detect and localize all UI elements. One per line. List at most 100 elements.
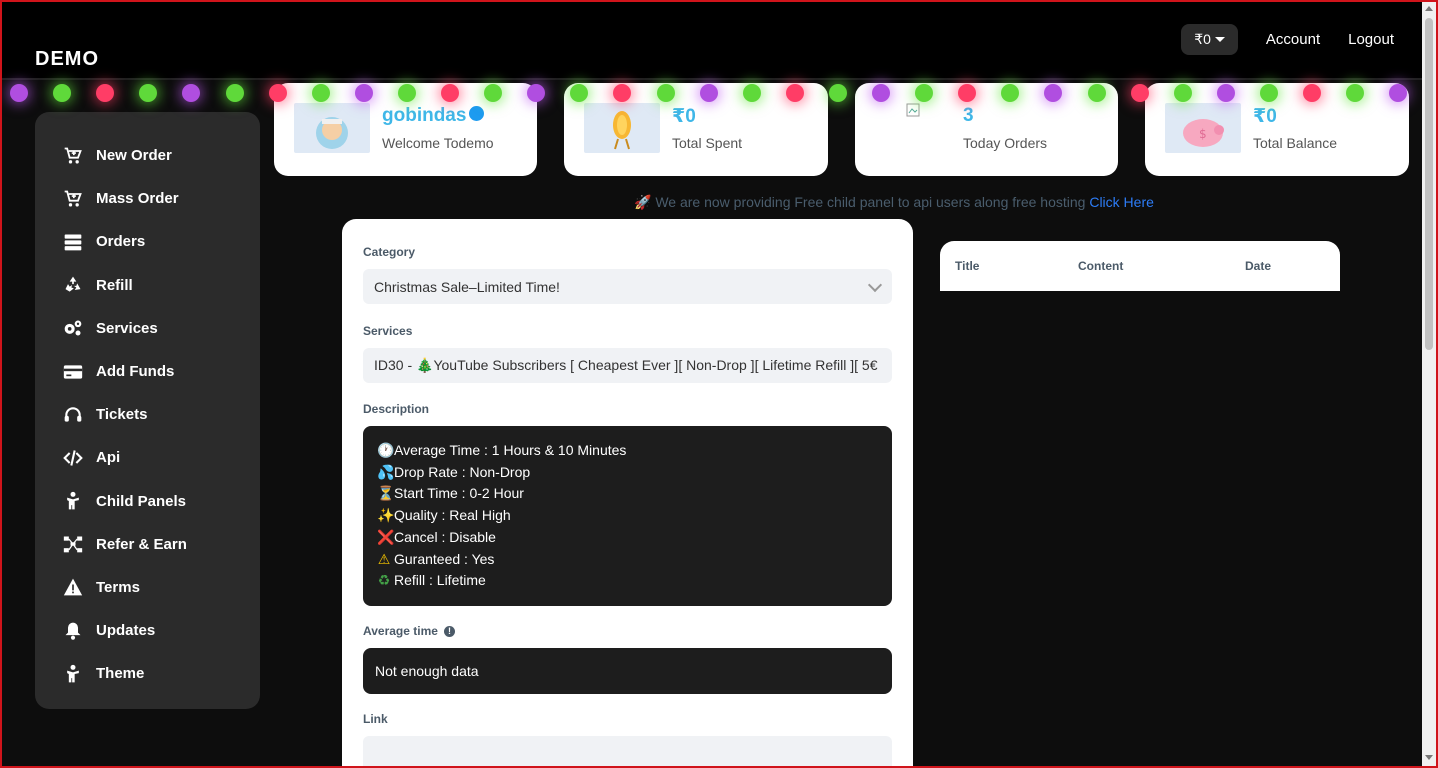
sidebar-item-terms[interactable]: Terms: [35, 566, 260, 609]
rocket-icon: 🚀: [634, 194, 652, 210]
sidebar-item-label: Terms: [96, 578, 140, 596]
category-select[interactable]: Christmas Sale–Limited Time!: [363, 269, 892, 304]
sidebar-item-mass-order[interactable]: Mass Order: [35, 177, 260, 220]
light-bulb: [53, 84, 72, 102]
cart-icon: [64, 190, 82, 207]
stat-label: Total Balance: [1253, 135, 1338, 151]
sidebar-item-add-funds[interactable]: Add Funds: [35, 350, 260, 393]
desc-line: ✨Quality : Real High: [377, 505, 878, 527]
caret-down-icon: [1214, 37, 1225, 42]
col-date: Date: [1245, 259, 1272, 273]
light-bulb: [1173, 84, 1192, 102]
sidebar-item-services[interactable]: Services: [35, 307, 260, 350]
col-content: Content: [1078, 259, 1124, 273]
light-bulb: [527, 84, 546, 102]
light-bulb: [742, 84, 761, 102]
light-bulb: [570, 84, 589, 102]
gears-icon: [64, 320, 82, 336]
sidebar-item-label: Theme: [96, 665, 145, 683]
vertical-scrollbar[interactable]: [1422, 2, 1436, 766]
sidebar-item-tickets[interactable]: Tickets: [35, 393, 260, 436]
stat-label: Today Orders: [963, 135, 1048, 151]
light-bulb: [1087, 84, 1106, 102]
desc-line: 💦Drop Rate : Non-Drop: [377, 462, 878, 484]
light-bulb: [182, 84, 201, 102]
code-icon: [63, 450, 83, 466]
info-icon[interactable]: !: [443, 626, 455, 638]
warning-icon: [63, 579, 83, 596]
sidebar-item-refill[interactable]: Refill: [35, 264, 260, 307]
promo-link[interactable]: Click Here: [1089, 194, 1154, 210]
desc-line: ❌Cancel : Disable: [377, 527, 878, 549]
credit-card-icon: [63, 364, 83, 379]
link-input[interactable]: [363, 735, 892, 768]
light-bulb: [441, 84, 459, 102]
scroll-up-icon[interactable]: [1425, 6, 1433, 11]
sidebar-item-label: Updates: [96, 622, 156, 640]
sidebar: New Order Mass Order Orders Refill Servi…: [35, 112, 260, 709]
light-bulb: [10, 84, 28, 102]
light-bulb: [958, 84, 977, 102]
sidebar-item-theme[interactable]: Theme: [35, 652, 260, 695]
sidebar-item-new-order[interactable]: New Order: [35, 134, 260, 177]
brand-logo[interactable]: DEMO: [35, 48, 99, 71]
sidebar-item-updates[interactable]: Updates: [35, 609, 260, 652]
chevron-down-icon: [867, 277, 883, 293]
svg-text:$: $: [1199, 127, 1207, 141]
light-bulb: [1259, 84, 1278, 102]
light-bulb: [613, 84, 632, 102]
clock-icon: 🕐: [377, 442, 395, 458]
scroll-thumb[interactable]: [1425, 18, 1433, 350]
sidebar-item-label: Tickets: [96, 406, 148, 424]
warning-icon: ⚠: [377, 550, 391, 567]
sidebar-item-refer-earn[interactable]: Refer & Earn: [35, 523, 260, 566]
desc-line: ⚠ Guranteed : Yes: [377, 549, 878, 571]
light-bulb: [1130, 84, 1149, 102]
sidebar-item-label: Refer & Earn: [96, 535, 187, 553]
light-bulb: [268, 84, 287, 102]
sidebar-item-orders[interactable]: Orders: [35, 220, 260, 263]
light-bulb: [1044, 84, 1063, 102]
average-time-value: Not enough data: [363, 647, 892, 694]
sidebar-item-child-panels[interactable]: Child Panels: [35, 480, 260, 523]
sidebar-item-api[interactable]: Api: [35, 436, 260, 479]
cart-icon: [64, 147, 82, 164]
currency-balance-dropdown[interactable]: ₹0: [1181, 24, 1238, 55]
light-bulb: [656, 84, 675, 102]
sidebar-item-label: New Order: [96, 147, 172, 165]
description-box: 🕐Average Time : 1 Hours & 10 Minutes 💦Dr…: [363, 426, 892, 606]
child-icon: [67, 664, 79, 683]
updates-table: Title Content Date: [940, 241, 1340, 291]
nav-right: ₹0 Account Logout: [1181, 24, 1394, 55]
light-bulb: [872, 84, 890, 102]
average-time-label: Average time!: [363, 624, 892, 638]
recycle-icon: ♻: [377, 572, 391, 589]
light-bulb: [96, 84, 115, 102]
stat-label: Welcome Todemo: [382, 135, 494, 151]
sidebar-item-label: Orders: [96, 233, 146, 251]
christmas-lights-decoration: [0, 74, 1422, 114]
desc-line: 🕐Average Time : 1 Hours & 10 Minutes: [377, 440, 878, 462]
desc-line: ♻ Refill : Lifetime: [377, 570, 878, 592]
light-bulb: [1001, 84, 1020, 102]
light-bulb: [785, 84, 804, 102]
light-bulb: [139, 84, 158, 102]
sidebar-item-label: Api: [96, 449, 121, 467]
stat-label: Total Spent: [672, 135, 743, 151]
services-select[interactable]: ID30 - 🎄YouTube Subscribers [ Cheapest E…: [363, 348, 892, 383]
account-link[interactable]: Account: [1266, 31, 1320, 48]
network-icon: [63, 536, 83, 553]
light-bulb: [225, 84, 244, 102]
bell-icon: [65, 622, 81, 640]
promo-text: We are now providing Free child panel to…: [655, 194, 1086, 210]
light-bulb: [397, 84, 416, 102]
lights-wire: [0, 78, 1422, 80]
scroll-down-icon[interactable]: [1425, 755, 1433, 760]
top-navbar: DEMO ₹0 Account Logout: [0, 0, 1422, 80]
balance-amount: ₹0: [1194, 31, 1211, 47]
sidebar-item-label: Services: [96, 319, 158, 337]
description-label: Description: [363, 402, 430, 416]
logout-link[interactable]: Logout: [1348, 31, 1394, 48]
category-value: Christmas Sale–Limited Time!: [374, 278, 560, 295]
desc-line: ⏳Start Time : 0-2 Hour: [377, 483, 878, 505]
